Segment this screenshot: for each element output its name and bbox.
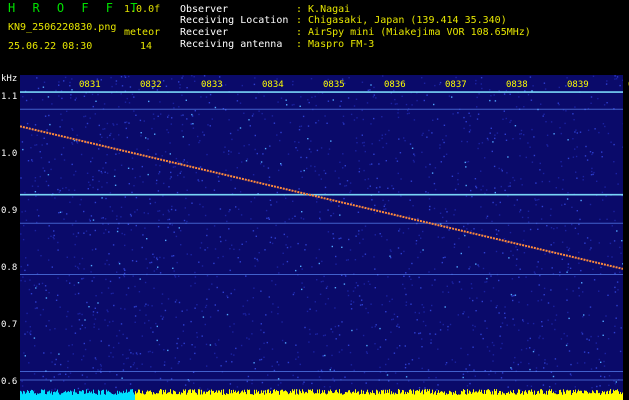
x-tick-label: 0834 [262, 80, 284, 90]
x-tick-label: 0832 [140, 80, 162, 90]
y-tick-label: 0.8 [1, 262, 18, 273]
datetime-label: 25.06.22 08:30 [8, 41, 93, 52]
antenna-value: : Maspro FM-3 [296, 39, 375, 50]
spectrogram-plot [20, 75, 623, 400]
observer-label: Observer [180, 4, 229, 15]
app-title: H R O F F T [8, 1, 143, 15]
location-value: : Chigasaki, Japan (139.414 35.340) [296, 15, 507, 26]
version-label: 1.0.0f [124, 4, 161, 15]
x-tick-label: 0839 [567, 80, 589, 90]
y-tick-label: 1.1 [1, 91, 18, 102]
antenna-label: Receiving antenna [180, 39, 283, 50]
x-tick-label: 0837 [445, 80, 467, 90]
x-tick-label: 0838 [506, 80, 528, 90]
noise-layer [20, 75, 623, 400]
receiver-label: Receiver [180, 27, 229, 38]
x-tick-label: 0831 [79, 80, 101, 90]
y-tick-label: 0.6 [1, 376, 18, 387]
x-tick-label: 0835 [323, 80, 345, 90]
y-tick-label: 0.7 [1, 319, 18, 330]
x-tick-label: 0836 [384, 80, 406, 90]
filename-label: KN9_2506220830.png [8, 22, 117, 33]
receiver-value: : AirSpy mini (Miakejima VOR 108.65MHz) [296, 27, 531, 38]
spectrogram-svg [20, 75, 623, 400]
y-tick-label: 0.9 [1, 205, 18, 216]
x-tick-label: 0833 [201, 80, 223, 90]
noise-level-bar [20, 389, 623, 400]
mode-label: meteor [124, 27, 161, 38]
observer-value: : K.Nagai [296, 4, 351, 15]
count-label: 14 [140, 41, 153, 52]
location-label: Receiving Location [180, 15, 289, 26]
y-tick-label: 1.0 [1, 148, 18, 159]
y-axis-unit: kHz [1, 74, 18, 84]
